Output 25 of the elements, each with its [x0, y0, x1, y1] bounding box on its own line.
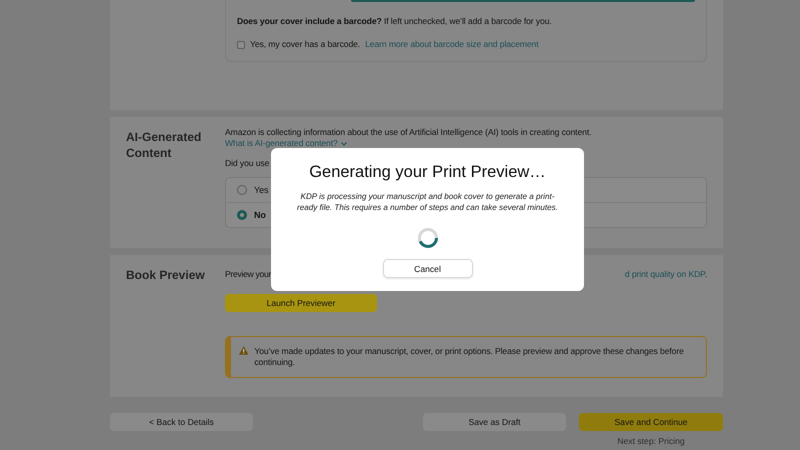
warning-text: You’ve made updates to your manuscript, cover, or print options. Please preview and approve these changes before continuing.	[254, 346, 685, 368]
chevron-down-icon	[340, 142, 347, 146]
warning-icon	[239, 346, 248, 355]
cancel-button[interactable]: Cancel	[382, 259, 472, 278]
section-title: Book Preview	[125, 267, 206, 284]
back-button[interactable]: < Back to Details	[110, 413, 253, 431]
save-continue-button[interactable]: Save and Continue	[579, 413, 723, 431]
preview-text-end: d print quality on KDP.	[624, 269, 707, 280]
preview-text: Preview your	[225, 269, 272, 280]
checkbox-label: Yes, my cover has a barcode.	[250, 39, 360, 50]
modal-title: Generating your Print Preview…	[309, 162, 546, 182]
ai-intro-text: Amazon is collecting information about the use of Artificial Intelligence (AI) tools in creating content.	[225, 127, 592, 138]
ai-question-text: Did you use	[225, 158, 270, 169]
modal-message: KDP is processing your manuscript and book cover to generate a print-ready file. This requires a number of steps and can take several minutes.	[296, 191, 559, 213]
radio-button[interactable]	[237, 210, 247, 220]
radio-button[interactable]	[237, 185, 247, 195]
launch-previewer-button[interactable]: Launch Previewer	[225, 294, 377, 312]
radio-label: Yes	[254, 184, 268, 196]
barcode-question: Does your cover include a barcode? If left unchecked, we’ll add a barcode for you.	[237, 16, 553, 27]
loading-spinner-icon	[416, 227, 438, 249]
radio-label: No	[254, 210, 266, 220]
section-title: AI-Generated Content	[125, 129, 202, 162]
barcode-checkbox[interactable]	[237, 40, 245, 48]
save-draft-button[interactable]: Save as Draft	[423, 413, 566, 431]
next-step-text: Next step: Pricing	[617, 436, 685, 446]
